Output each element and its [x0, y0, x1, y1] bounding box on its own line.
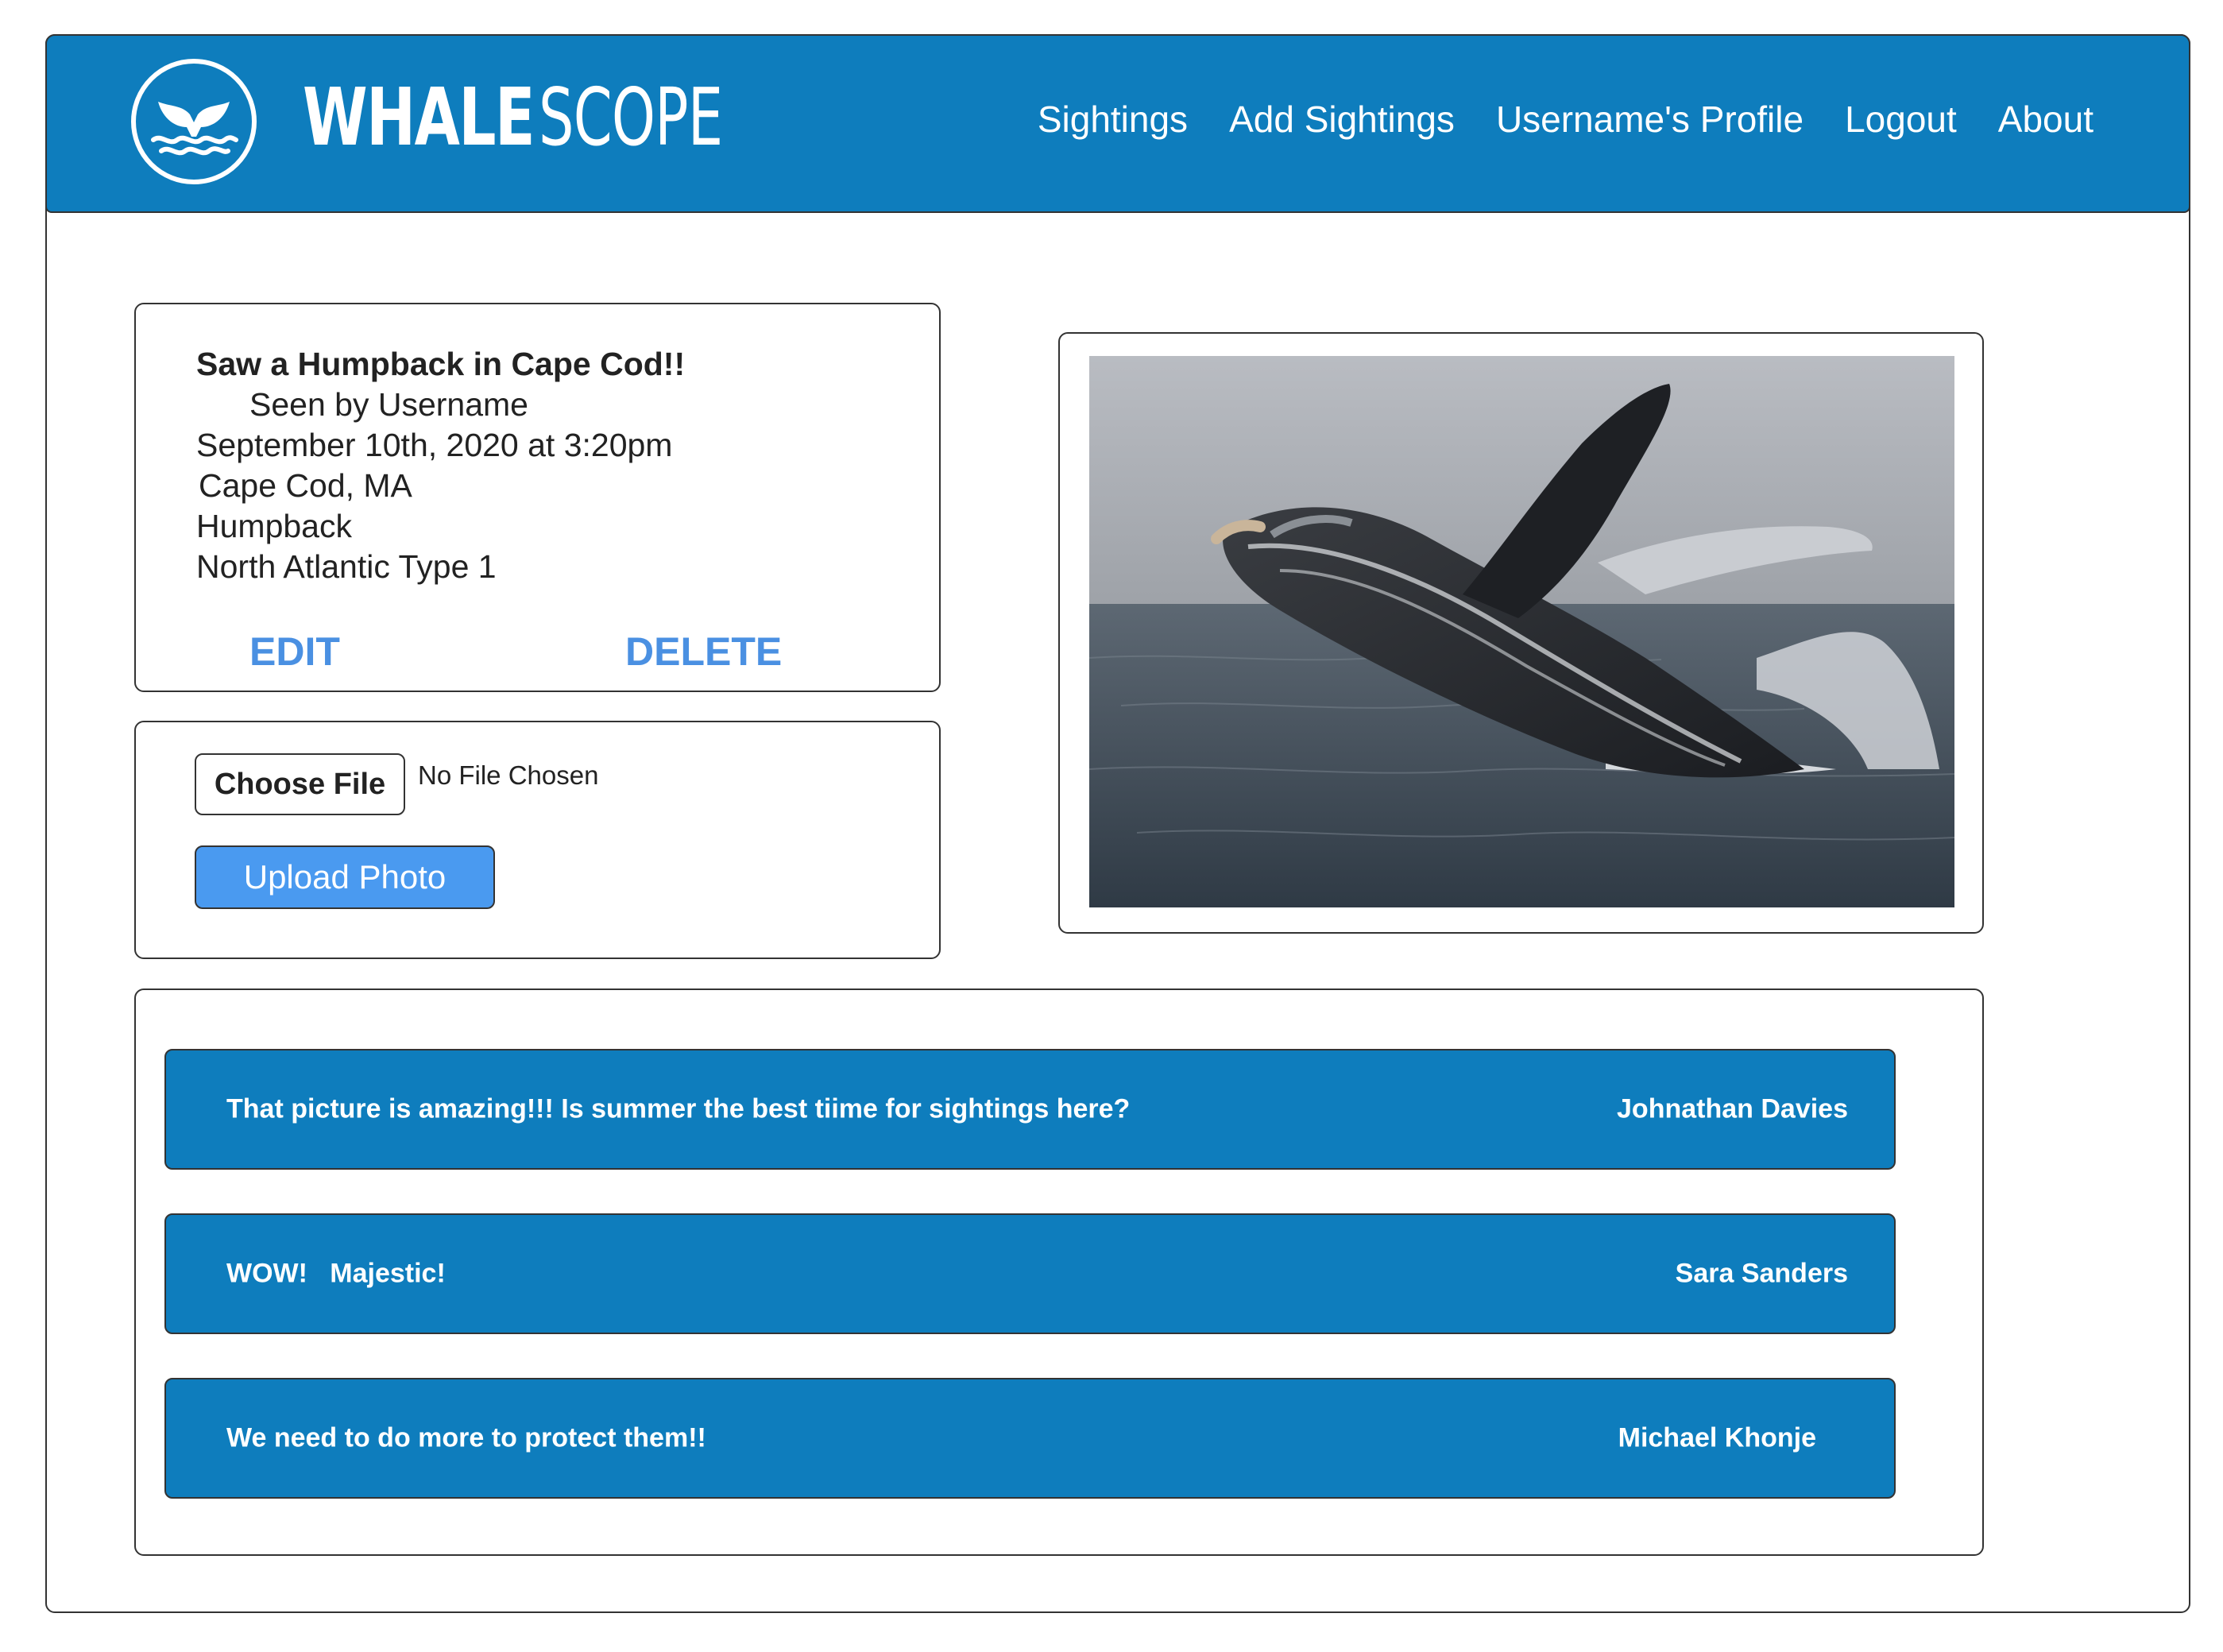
whale-breach-photo	[1089, 356, 1954, 907]
whale-tail-logo-icon[interactable]	[130, 57, 258, 186]
photo-upload-card: Choose File No File Chosen Upload Photo	[134, 721, 941, 959]
nav-sightings[interactable]: Sightings	[1038, 98, 1188, 141]
nav-logout[interactable]: Logout	[1845, 98, 1957, 141]
sighting-population: North Atlantic Type 1	[196, 548, 497, 585]
comment-author[interactable]: Sara Sanders	[1676, 1259, 1848, 1290]
edit-button[interactable]: EDIT	[249, 629, 340, 675]
file-status-text: No File Chosen	[418, 760, 599, 790]
brand-wordmark[interactable]: WHALE SCOPE	[303, 78, 802, 173]
comments-section: That picture is amazing!!! Is summer the…	[134, 988, 1984, 1556]
sighting-title: Saw a Humpback in Cape Cod!!	[196, 346, 686, 382]
brand-light-text: SCOPE	[539, 71, 723, 164]
main-nav: Sightings Add Sightings Username's Profi…	[1038, 98, 2093, 141]
upload-photo-button[interactable]: Upload Photo	[195, 845, 495, 909]
nav-about[interactable]: About	[1998, 98, 2093, 141]
choose-file-button[interactable]: Choose File	[195, 753, 405, 815]
sighting-datetime: September 10th, 2020 at 3:20pm	[196, 427, 673, 463]
comment-item: WOW! Majestic! Sara Sanders	[164, 1213, 1896, 1334]
sighting-location: Cape Cod, MA	[199, 467, 412, 504]
comment-text: That picture is amazing!!! Is summer the…	[226, 1093, 1131, 1124]
photo-card	[1058, 332, 1984, 934]
comment-item: That picture is amazing!!! Is summer the…	[164, 1049, 1896, 1170]
nav-add-sightings[interactable]: Add Sightings	[1229, 98, 1455, 141]
sighting-species: Humpback	[196, 508, 352, 544]
comment-text: We need to do more to protect them!!	[226, 1422, 706, 1453]
comment-item: We need to do more to protect them!! Mic…	[164, 1378, 1896, 1499]
sighting-seen-by: Seen by Username	[249, 386, 528, 423]
comment-author[interactable]: Michael Khonje	[1618, 1423, 1816, 1454]
comment-text: WOW! Majestic!	[226, 1258, 446, 1289]
delete-button[interactable]: DELETE	[625, 629, 782, 675]
comment-author[interactable]: Johnathan Davies	[1617, 1094, 1848, 1125]
brand-bold-text: WHALE	[303, 71, 535, 164]
site-header: WHALE SCOPE Sightings Add Sightings User…	[45, 34, 2190, 213]
sighting-details-card: Saw a Humpback in Cape Cod!! Seen by Use…	[134, 303, 941, 692]
nav-profile[interactable]: Username's Profile	[1496, 98, 1804, 141]
